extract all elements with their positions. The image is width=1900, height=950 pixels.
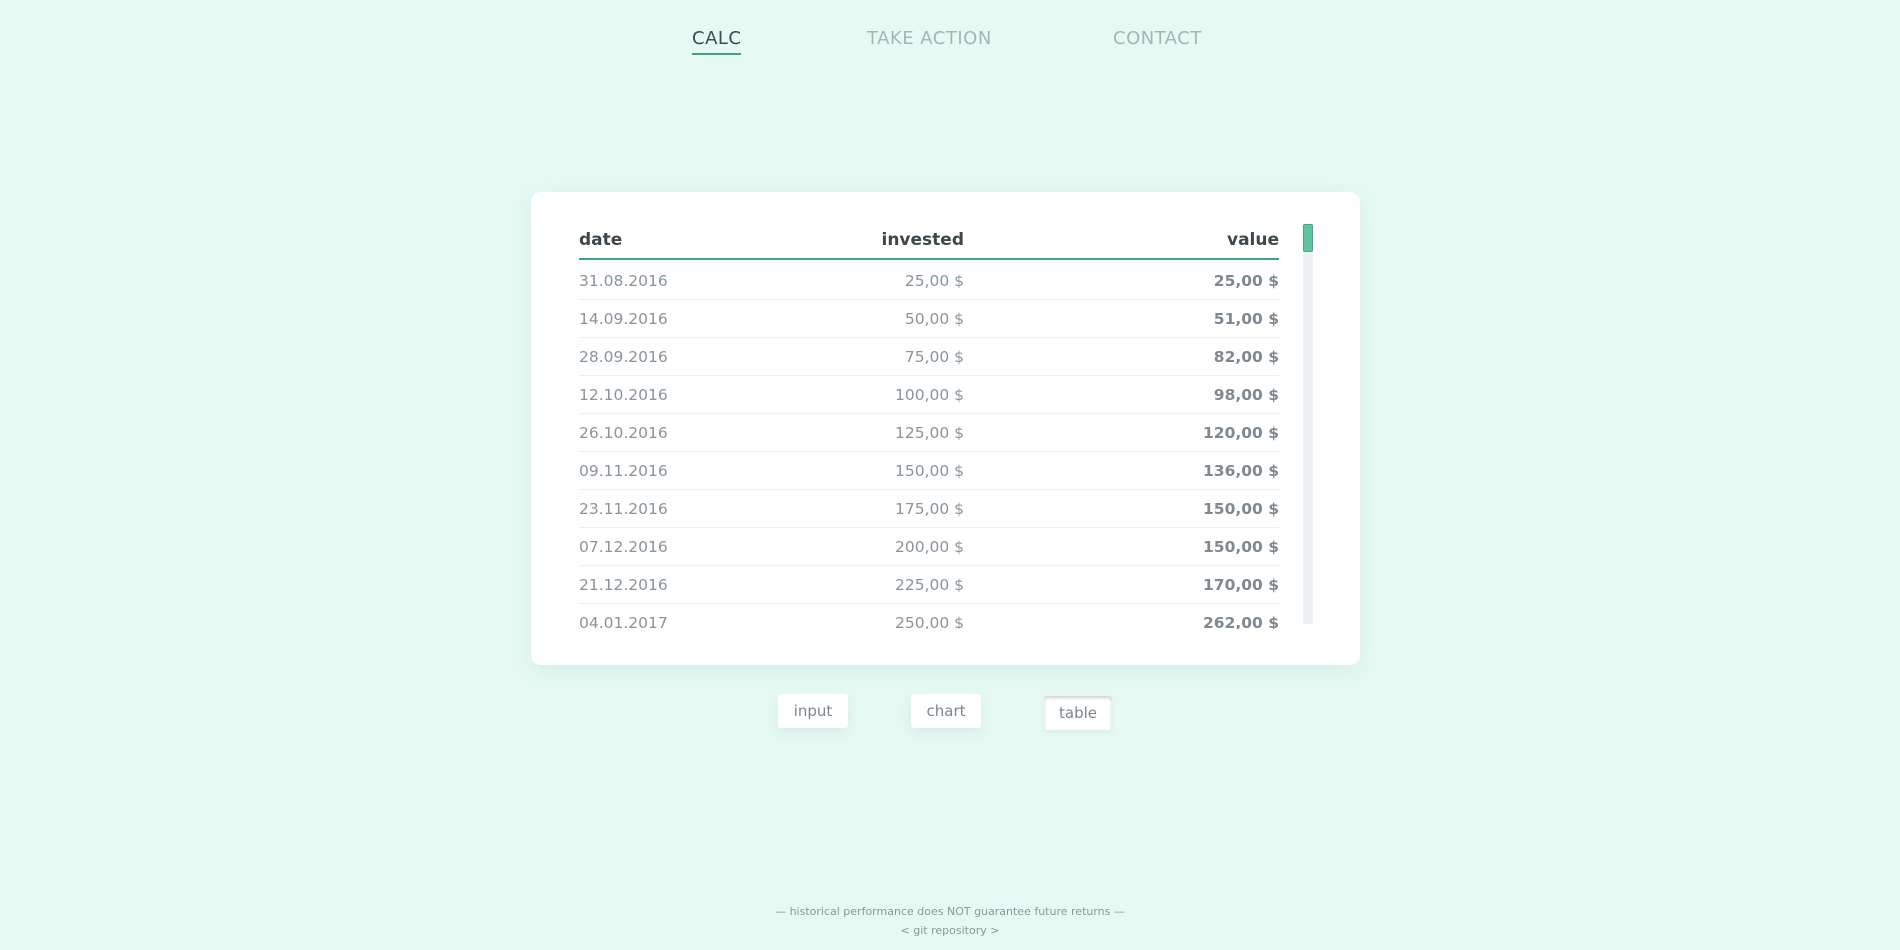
cell-invested: 175,00 $ <box>894 499 964 518</box>
table-row: 07.12.2016 200,00 $ 150,00 $ <box>579 528 1279 566</box>
cell-date: 31.08.2016 <box>579 271 668 290</box>
page: CALC TAKE ACTION CONTACT date invested v… <box>0 0 1900 950</box>
cell-invested: 50,00 $ <box>904 309 964 328</box>
table-row: 04.01.2017 250,00 $ 262,00 $ <box>579 604 1279 630</box>
cell-value: 136,00 $ <box>1203 461 1279 480</box>
table-row: 09.11.2016 150,00 $ 136,00 $ <box>579 452 1279 490</box>
results-card: date invested value 31.08.2016 25,00 $ 2… <box>531 192 1360 665</box>
nav-calc[interactable]: CALC <box>692 28 742 55</box>
table-row: 14.09.2016 50,00 $ 51,00 $ <box>579 300 1279 338</box>
cell-date: 23.11.2016 <box>579 499 668 518</box>
cell-value: 25,00 $ <box>1213 271 1279 290</box>
nav-take-action[interactable]: TAKE ACTION <box>867 28 992 53</box>
nav-contact[interactable]: CONTACT <box>1113 28 1202 53</box>
table-view-button[interactable]: table <box>1044 696 1112 730</box>
cell-value: 262,00 $ <box>1203 613 1279 630</box>
cell-invested: 200,00 $ <box>894 537 964 556</box>
header-value: value <box>1226 230 1279 250</box>
cell-date: 21.12.2016 <box>579 575 668 594</box>
cell-invested: 150,00 $ <box>894 461 964 480</box>
cell-value: 98,00 $ <box>1213 385 1279 404</box>
table-row: 28.09.2016 75,00 $ 82,00 $ <box>579 338 1279 376</box>
results-table[interactable]: date invested value 31.08.2016 25,00 $ 2… <box>579 222 1279 629</box>
scrollbar-thumb[interactable] <box>1303 224 1313 252</box>
input-view-button[interactable]: input <box>778 694 848 728</box>
cell-date: 12.10.2016 <box>579 385 668 404</box>
cell-value: 150,00 $ <box>1203 537 1279 556</box>
cell-date: 07.12.2016 <box>579 537 668 556</box>
table-row: 12.10.2016 100,00 $ 98,00 $ <box>579 376 1279 414</box>
table-row: 26.10.2016 125,00 $ 120,00 $ <box>579 414 1279 452</box>
cell-date: 28.09.2016 <box>579 347 668 366</box>
cell-invested: 75,00 $ <box>904 347 964 366</box>
cell-date: 09.11.2016 <box>579 461 668 480</box>
table-row: 23.11.2016 175,00 $ 150,00 $ <box>579 490 1279 528</box>
git-repository-link[interactable]: < git repository > <box>0 924 1900 937</box>
footer-disclaimer: — historical performance does NOT guaran… <box>775 905 1125 918</box>
table-scrollbar[interactable] <box>1303 224 1313 624</box>
cell-value: 150,00 $ <box>1203 499 1279 518</box>
cell-value: 120,00 $ <box>1203 423 1279 442</box>
cell-invested: 250,00 $ <box>894 613 964 630</box>
table-row: 21.12.2016 225,00 $ 170,00 $ <box>579 566 1279 604</box>
cell-value: 170,00 $ <box>1203 575 1279 594</box>
cell-date: 26.10.2016 <box>579 423 668 442</box>
cell-date: 14.09.2016 <box>579 309 668 328</box>
chart-view-button[interactable]: chart <box>911 694 981 728</box>
table-body: 31.08.2016 25,00 $ 25,00 $ 14.09.2016 50… <box>579 262 1279 629</box>
cell-invested: 125,00 $ <box>894 423 964 442</box>
header-date: date <box>579 230 623 250</box>
cell-value: 51,00 $ <box>1213 309 1279 328</box>
table-header: date invested value <box>579 222 1279 260</box>
cell-value: 82,00 $ <box>1213 347 1279 366</box>
table-row: 31.08.2016 25,00 $ 25,00 $ <box>579 262 1279 300</box>
cell-invested: 225,00 $ <box>894 575 964 594</box>
cell-date: 04.01.2017 <box>579 613 668 630</box>
cell-invested: 100,00 $ <box>894 385 964 404</box>
header-invested: invested <box>881 230 965 250</box>
cell-invested: 25,00 $ <box>904 271 964 290</box>
top-nav: CALC TAKE ACTION CONTACT <box>0 24 1900 64</box>
